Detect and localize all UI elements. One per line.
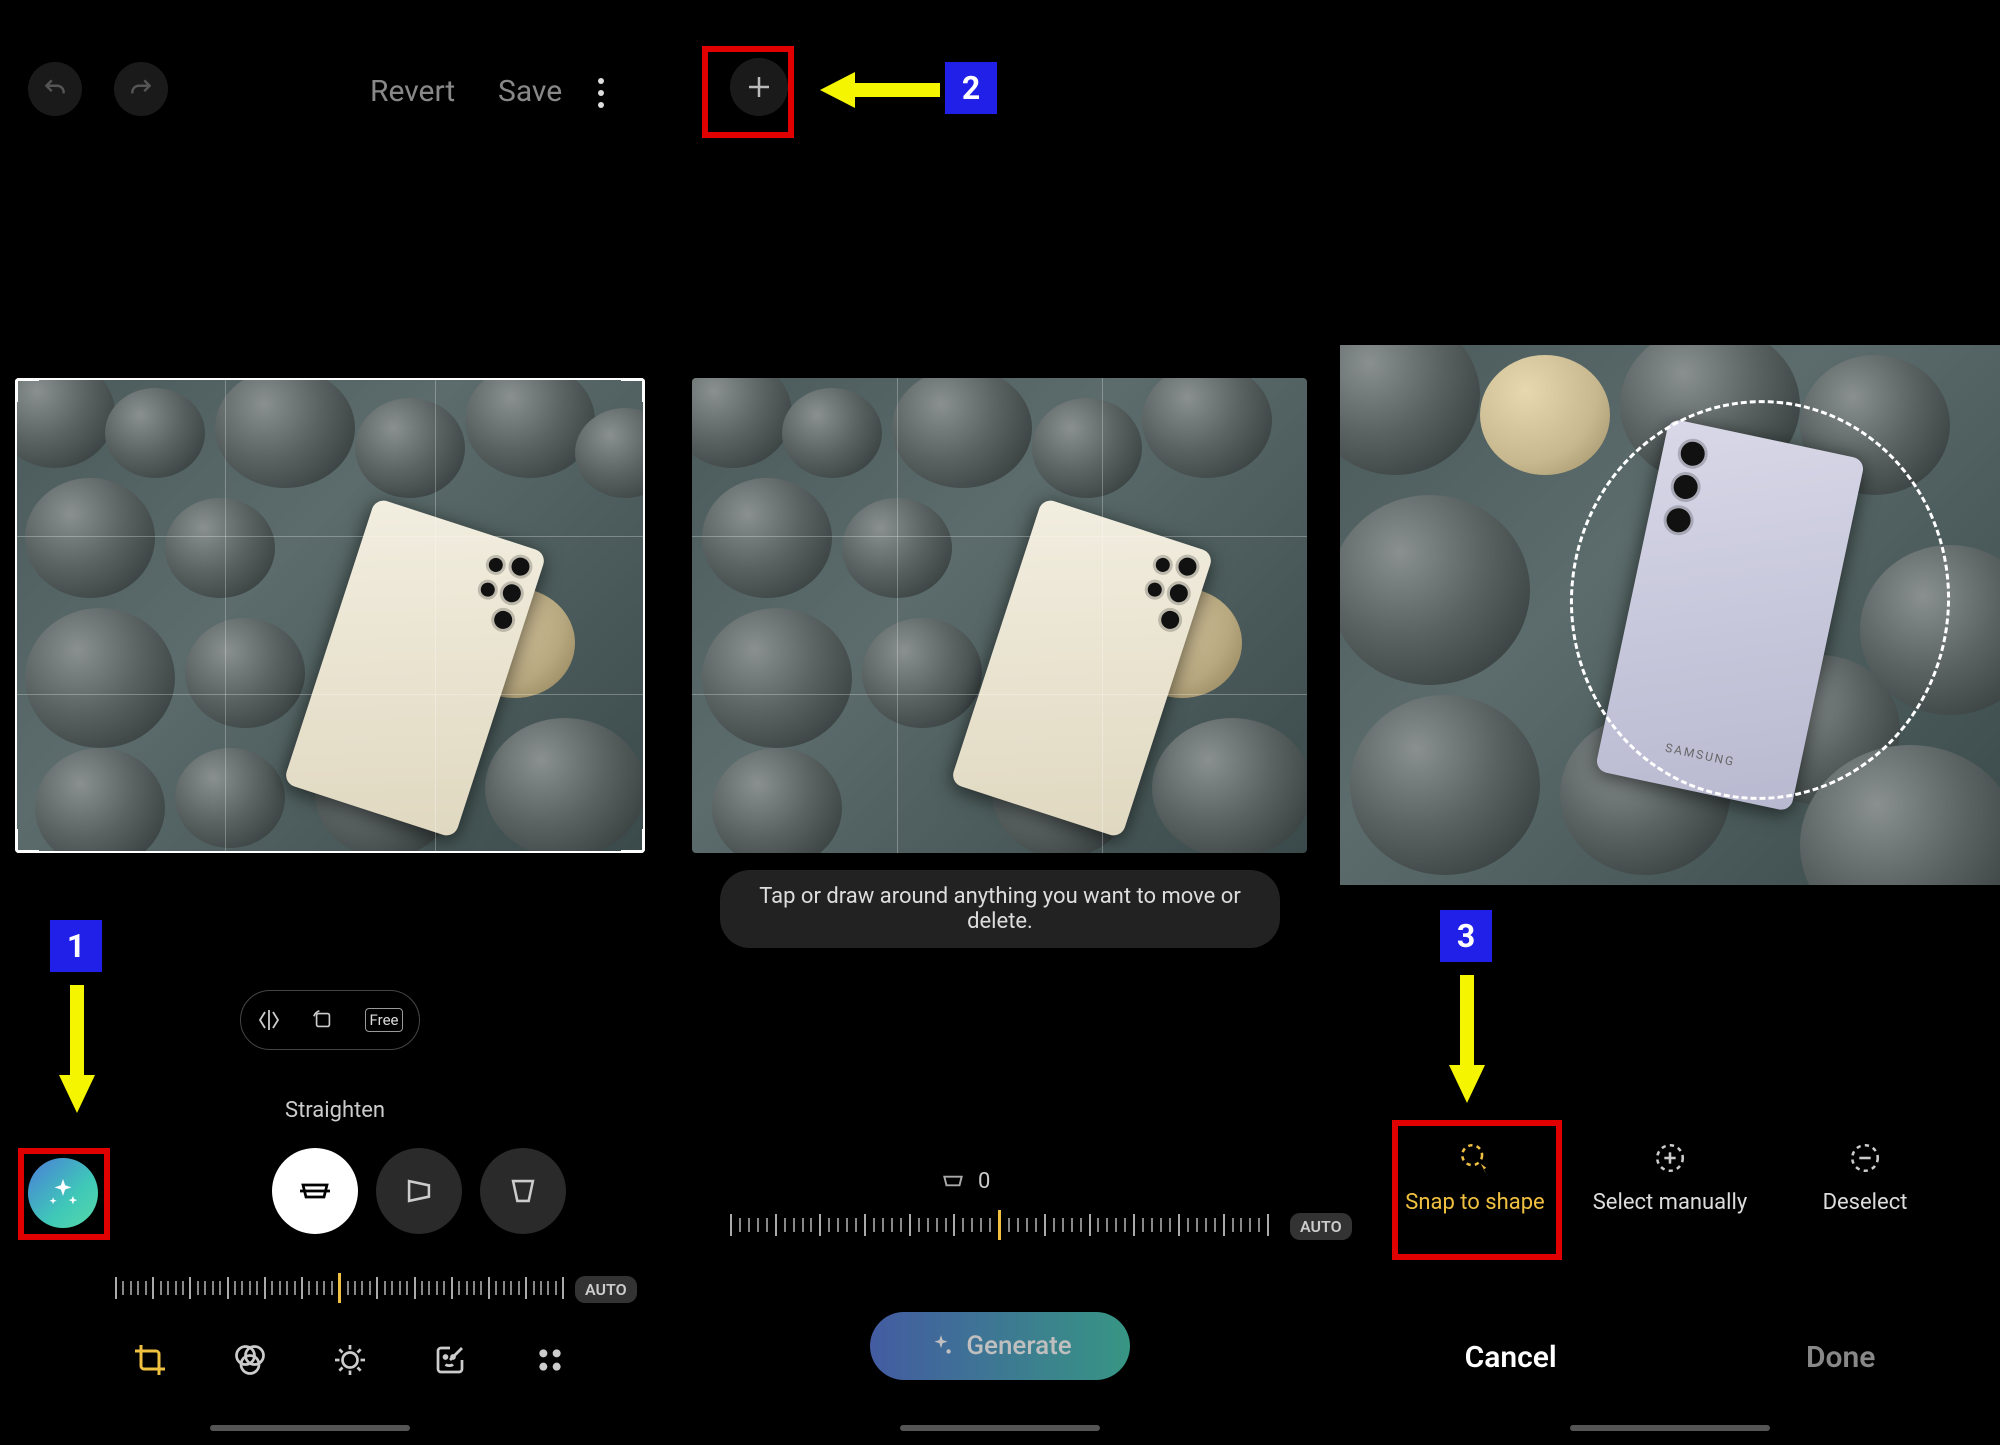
aspect-ratio-pill[interactable]: Free	[240, 990, 420, 1050]
generate-label: Generate	[966, 1331, 1071, 1361]
filters-icon	[232, 1342, 268, 1378]
straighten-icon	[297, 1173, 333, 1209]
stickers-tab[interactable]	[430, 1340, 470, 1380]
auto-straighten-badge[interactable]: AUTO	[575, 1276, 637, 1303]
perspective-h-button[interactable]	[376, 1148, 462, 1234]
perspective-v-button[interactable]	[480, 1148, 566, 1234]
annotation-highlight-3	[1392, 1120, 1562, 1260]
adjust-tab[interactable]	[330, 1340, 370, 1380]
more-tab[interactable]	[530, 1340, 570, 1380]
bottom-actions: Cancel Done	[1340, 1340, 2000, 1375]
editor-screen-generative: Tap or draw around anything you want to …	[660, 0, 1340, 1445]
save-button[interactable]: Save	[498, 74, 562, 109]
deselect-label: Deselect	[1823, 1190, 1908, 1215]
more-button[interactable]	[598, 72, 604, 114]
aspect-free-label[interactable]: Free	[365, 1008, 404, 1032]
rotate-icon[interactable]	[312, 1009, 334, 1031]
annotation-marker-1: 1	[50, 920, 102, 972]
select-manually-option[interactable]: Select manually	[1585, 1140, 1755, 1215]
crop-icon	[132, 1342, 168, 1378]
filters-tab[interactable]	[230, 1340, 270, 1380]
four-dots-icon	[534, 1344, 566, 1376]
more-dot-icon	[598, 78, 604, 84]
deselect-icon	[1847, 1140, 1883, 1176]
top-toolbar: Revert Save	[0, 62, 660, 132]
home-indicator[interactable]	[210, 1425, 410, 1431]
deselect-option[interactable]: Deselect	[1780, 1140, 1950, 1215]
select-manually-label: Select manually	[1593, 1190, 1748, 1215]
annotation-arrow-2	[820, 68, 940, 112]
editor-tabs	[130, 1340, 570, 1380]
select-manually-icon	[1652, 1140, 1688, 1176]
straighten-value-row: 0	[940, 1168, 990, 1194]
straighten-ruler[interactable]: document.write(Array.from({length:61},(_…	[730, 1205, 1270, 1245]
adjust-icon	[332, 1342, 368, 1378]
annotation-arrow-1	[55, 985, 99, 1115]
image-canvas[interactable]	[692, 378, 1307, 853]
generate-button[interactable]: Generate	[870, 1312, 1130, 1380]
image-canvas[interactable]	[15, 378, 645, 853]
flip-icon[interactable]	[257, 1008, 281, 1032]
more-dot-icon	[598, 90, 604, 96]
annotation-highlight-2	[702, 46, 794, 138]
hint-toast: Tap or draw around anything you want to …	[720, 870, 1280, 948]
annotation-marker-3: 3	[1440, 910, 1492, 962]
straighten-button[interactable]	[272, 1148, 358, 1234]
undo-button[interactable]	[28, 62, 82, 116]
image-canvas[interactable]: SAMSUNG	[1340, 345, 2000, 885]
home-indicator[interactable]	[900, 1425, 1100, 1431]
annotation-marker-2: 2	[945, 62, 997, 114]
annotation-arrow-3	[1445, 975, 1489, 1105]
redo-button[interactable]	[114, 62, 168, 116]
photo-pebbles	[15, 378, 645, 853]
photo-pebbles	[692, 378, 1307, 853]
redo-icon	[128, 76, 154, 102]
undo-icon	[42, 76, 68, 102]
more-dot-icon	[598, 102, 604, 108]
straighten-icon	[940, 1168, 966, 1194]
straighten-value: 0	[978, 1169, 990, 1194]
perspective-v-icon	[506, 1174, 540, 1208]
sticker-icon	[432, 1342, 468, 1378]
sparkle-icon	[928, 1333, 954, 1359]
done-button[interactable]: Done	[1806, 1340, 1875, 1375]
revert-button[interactable]: Revert	[370, 74, 455, 109]
transform-buttons	[272, 1148, 566, 1234]
straighten-label: Straighten	[285, 1098, 385, 1123]
straighten-ruler[interactable]: document.write(Array.from({length:61},(_…	[115, 1268, 565, 1308]
annotation-highlight-1	[18, 1148, 110, 1240]
crop-tab[interactable]	[130, 1340, 170, 1380]
perspective-h-icon	[402, 1174, 436, 1208]
cancel-button[interactable]: Cancel	[1465, 1340, 1557, 1375]
home-indicator[interactable]	[1570, 1425, 1770, 1431]
